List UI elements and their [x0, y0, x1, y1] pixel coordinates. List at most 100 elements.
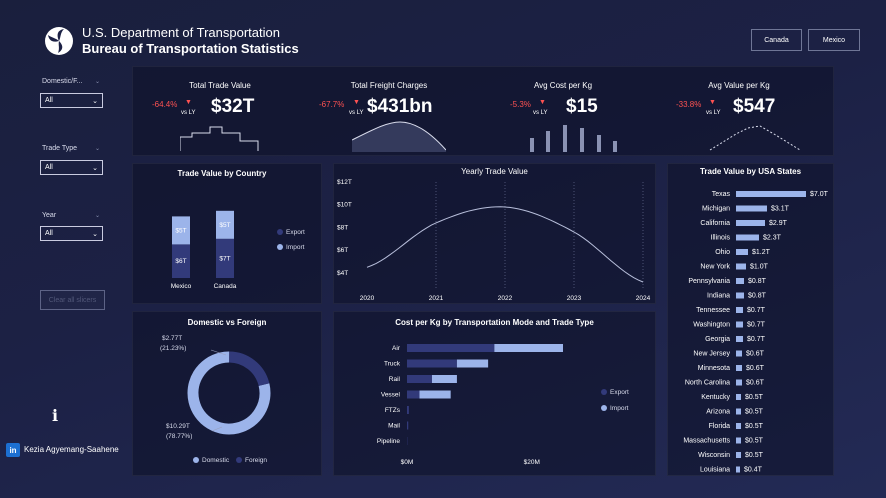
slice-label-domestic: $10.29T	[166, 423, 190, 430]
state-bar	[736, 307, 743, 313]
chevron-down-icon[interactable]: ⌄	[95, 212, 100, 219]
slice-pct-foreign: (21.23%)	[160, 345, 187, 352]
x-tick-label: 2023	[567, 295, 582, 302]
state-value-label: $0.7T	[747, 307, 766, 314]
legend-dot	[236, 457, 242, 464]
kpi-delta: -67.7%	[319, 100, 345, 109]
mode-label: Vessel	[381, 392, 401, 399]
chart-title: Cost per Kg by Transportation Mode and T…	[395, 318, 594, 327]
sparkline-bar	[546, 131, 550, 152]
state-label: North Carolina	[685, 380, 730, 387]
state-value-label: $1.0T	[750, 264, 769, 271]
state-value-label: $2.3T	[763, 235, 782, 242]
nav-button-mexico[interactable]: Mexico	[808, 29, 860, 51]
legend-foreign[interactable]: Foreign	[236, 457, 267, 464]
kpi-title-avg-value-per-kg: Avg Value per Kg	[708, 81, 770, 90]
state-bar	[736, 350, 742, 357]
slicer-select-trade-type[interactable]: All ⌄	[40, 160, 103, 175]
legend-label: Export	[286, 229, 305, 236]
legend-label: Foreign	[245, 457, 268, 464]
state-label: New York	[700, 264, 730, 271]
bar-import	[494, 344, 563, 352]
category-label: Mexico	[171, 283, 192, 290]
kpi-sparkline	[530, 125, 617, 152]
info-icon[interactable]: i	[52, 406, 58, 425]
state-bar	[736, 365, 742, 371]
legend-export[interactable]: Export	[601, 389, 629, 396]
slicer-select-year[interactable]: All ⌄	[40, 226, 103, 241]
slicer-value: All	[45, 164, 53, 171]
state-bar	[736, 220, 765, 226]
mode-label: Mail	[388, 423, 400, 430]
state-bar	[736, 249, 748, 255]
x-tick-label: $20M	[524, 459, 540, 466]
state-bar	[736, 452, 741, 458]
bar-import	[456, 359, 489, 368]
state-bar	[736, 205, 767, 212]
bar-import	[431, 375, 457, 383]
bar-export	[407, 390, 420, 399]
slice-pct-domestic: (78.77%)	[166, 433, 193, 440]
x-tick-label: 2021	[429, 295, 444, 302]
bar-import	[419, 390, 451, 399]
chevron-down-icon[interactable]: ⌄	[95, 145, 100, 152]
state-bar	[736, 466, 740, 473]
slicer-label-trade-type: Trade Type	[42, 145, 78, 152]
state-label: Florida	[709, 423, 731, 430]
state-bar	[736, 292, 744, 299]
chevron-down-icon: ⌄	[92, 164, 98, 172]
legend-domestic[interactable]: Domestic	[193, 457, 229, 464]
sparkline-bar	[580, 128, 584, 152]
y-tick-label: $12T	[337, 179, 352, 186]
legend-import[interactable]: Import	[601, 405, 628, 412]
state-value-label: $0.5T	[745, 423, 764, 430]
state-bar	[736, 437, 741, 444]
org-subname: Bureau of Transportation Statistics	[82, 41, 299, 56]
state-value-label: $0.7T	[747, 336, 766, 343]
state-label: Texas	[712, 191, 731, 198]
legend-dot	[601, 389, 607, 396]
slice-label-foreign: $2.77T	[162, 335, 183, 342]
nav-button-canada[interactable]: Canada	[751, 29, 802, 51]
states-bar-chart: Texas $7.0T Michigan $3.1T California $2.9T Il…	[683, 191, 829, 474]
author-name[interactable]: Kezia Agyemang-Saahene	[24, 445, 119, 454]
linkedin-icon[interactable]: in	[6, 443, 20, 457]
legend-import[interactable]: Import	[277, 244, 304, 251]
x-tick-label: 2022	[498, 295, 513, 302]
state-value-label: $0.4T	[744, 467, 763, 474]
state-bar	[736, 423, 741, 429]
sparkline-path	[180, 126, 259, 151]
state-label: Massachusetts	[683, 438, 730, 445]
slicer-select-domestic[interactable]: All ⌄	[40, 93, 103, 108]
legend-dot	[277, 244, 283, 251]
mode-label: Air	[392, 345, 401, 352]
kpi-vs-label: vs LY	[706, 110, 721, 116]
legend-export[interactable]: Export	[277, 229, 305, 236]
state-label: Wisconsin	[698, 452, 730, 459]
sparkline-area	[352, 122, 446, 152]
kpi-sparkline	[180, 126, 259, 151]
state-value-label: $2.9T	[769, 220, 788, 227]
state-label: Tennessee	[696, 307, 730, 314]
kpi-title-total-freight-charges: Total Freight Charges	[350, 81, 428, 90]
chevron-down-icon[interactable]: ⌄	[95, 78, 100, 85]
state-value-label: $3.1T	[771, 206, 790, 213]
kpi-vs-label: vs LY	[181, 110, 196, 116]
slicer-label-domestic: Domestic/F...	[42, 78, 83, 85]
yearly-line-chart: 2020 2021 2022 2023 2024 $4T $6T $8T $10T $12T	[337, 179, 651, 302]
state-value-label: $1.2T	[752, 249, 771, 256]
legend-label: Domestic	[202, 457, 230, 464]
bar-export	[407, 375, 432, 383]
bar-export	[407, 421, 409, 430]
mode-bar-chart: Air Truck Rail Vessel FTZs Mail Pipeline $0M $20…	[377, 344, 563, 466]
donut-slice	[187, 351, 271, 435]
state-bar	[736, 234, 759, 241]
kpi-value: $431bn	[367, 96, 433, 117]
clear-slicers-button[interactable]: Clear all slicers	[40, 290, 105, 310]
state-bar	[736, 191, 806, 197]
down-arrow-icon: ▼	[539, 99, 546, 106]
kpi-sparkline	[709, 125, 801, 151]
down-arrow-icon: ▼	[709, 99, 716, 106]
bar-export	[407, 344, 495, 352]
state-label: California	[700, 220, 730, 227]
